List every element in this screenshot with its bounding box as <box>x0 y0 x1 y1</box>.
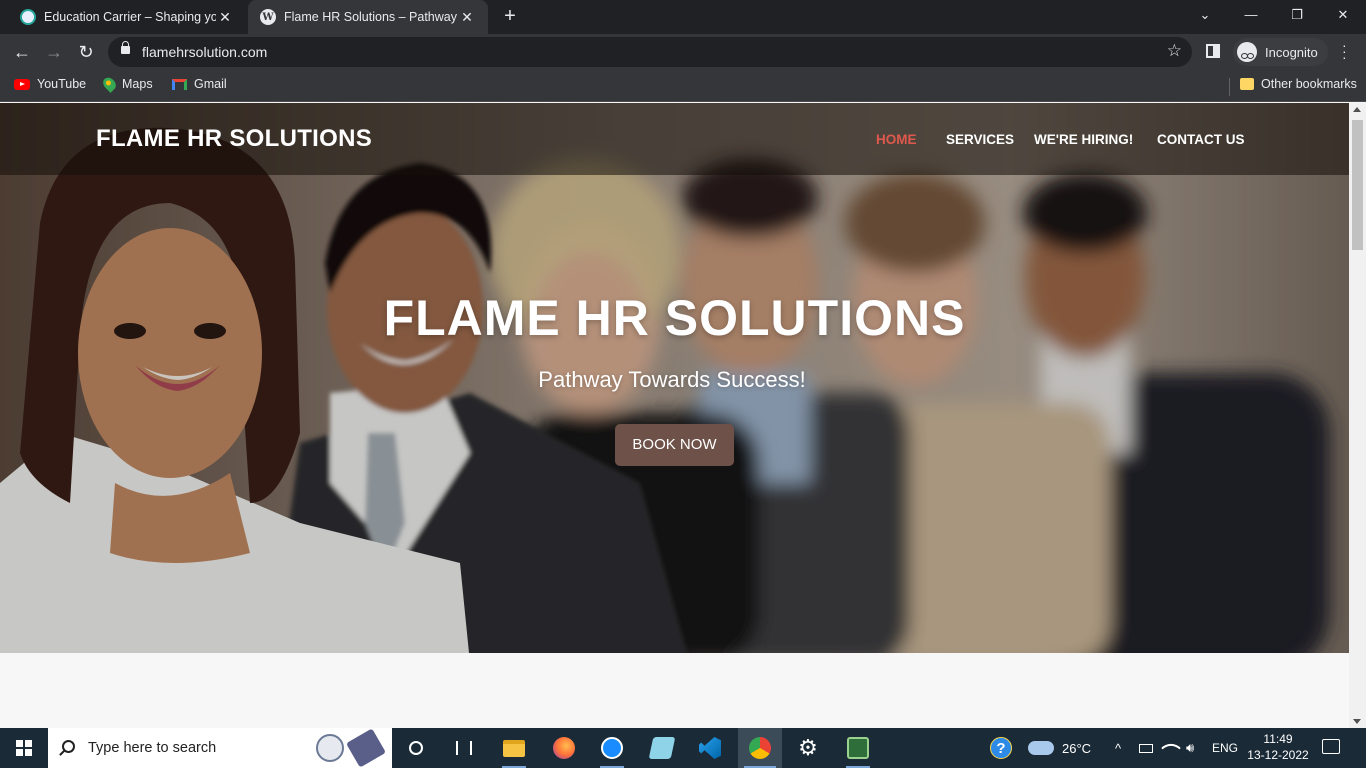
cloud-icon <box>1028 741 1054 755</box>
nav-home[interactable]: HOME <box>876 132 917 147</box>
bookmarks-divider <box>1229 78 1230 96</box>
file-explorer-icon[interactable] <box>496 728 532 768</box>
incognito-icon <box>1237 42 1257 62</box>
system-clock[interactable]: 11:49 13-12-2022 <box>1246 731 1310 763</box>
folder-icon <box>1240 78 1254 90</box>
page-scrollbar[interactable] <box>1349 103 1366 728</box>
lock-icon <box>121 41 130 54</box>
notepad-app-icon[interactable] <box>644 728 680 768</box>
firefox-icon[interactable] <box>546 728 582 768</box>
search-icon <box>62 740 75 753</box>
close-window-button[interactable]: ✕ <box>1320 0 1366 30</box>
incognito-profile-button[interactable]: Incognito <box>1233 38 1328 66</box>
back-arrow-icon[interactable]: ← <box>10 40 34 64</box>
bookmark-youtube[interactable]: YouTube <box>14 77 86 91</box>
satellite-illustration-icon <box>346 728 386 768</box>
wordpress-icon: W <box>260 9 276 25</box>
nav-contact-us[interactable]: CONTACT US <box>1157 132 1245 147</box>
bookmark-star-icon[interactable]: ☆ <box>1167 41 1182 61</box>
volume-icon[interactable]: 🔊︎ <box>1186 728 1194 768</box>
wifi-icon[interactable] <box>1161 728 1181 768</box>
hero-title: FLAME HR SOLUTIONS <box>383 290 966 346</box>
site-header: FLAME HR SOLUTIONS HOME SERVICES WE'RE H… <box>0 103 1349 175</box>
scrollbar-thumb[interactable] <box>1352 120 1363 250</box>
nav-were-hiring[interactable]: WE'RE HIRING! <box>1034 132 1133 147</box>
tab-search-chevron-icon[interactable]: ⌄ <box>1182 0 1228 30</box>
close-tab-icon[interactable]: ✕ <box>458 9 476 26</box>
reload-icon[interactable]: ↻ <box>74 40 98 64</box>
tab-title: Flame HR Solutions – Pathway To <box>284 10 458 24</box>
gmail-icon <box>172 78 187 90</box>
book-now-button[interactable]: BOOK NOW <box>615 424 734 466</box>
search-highlight-icon <box>316 734 344 762</box>
bookmark-gmail[interactable]: Gmail <box>172 77 227 91</box>
scroll-up-arrow-icon[interactable] <box>1353 107 1361 112</box>
nav-services[interactable]: SERVICES <box>946 132 1014 147</box>
hero-section: FLAME HR SOLUTIONS HOME SERVICES WE'RE H… <box>0 103 1349 653</box>
teamviewer-icon[interactable] <box>594 728 630 768</box>
other-bookmarks-label: Other bookmarks <box>1261 77 1357 91</box>
windows-taskbar: Type here to search ⚙ ? 26°C ^ 🔊︎ ENG 11… <box>0 728 1366 768</box>
bookmark-label: YouTube <box>37 77 87 91</box>
chrome-icon[interactable] <box>738 728 782 768</box>
notifications-icon[interactable] <box>1322 739 1340 754</box>
address-bar[interactable]: flamehrsolution.com ☆ <box>108 37 1192 67</box>
bookmark-maps[interactable]: Maps <box>100 75 153 93</box>
clock-date: 13-12-2022 <box>1247 748 1309 762</box>
browser-toolbar: ← → ↻ flamehrsolution.com ☆ Incognito · ·… <box>0 34 1366 70</box>
battery-icon[interactable] <box>1139 728 1153 768</box>
site-brand-logo[interactable]: FLAME HR SOLUTIONS <box>96 125 372 153</box>
hero-subtitle: Pathway Towards Success! <box>538 367 806 392</box>
forward-arrow-icon[interactable]: → <box>42 40 66 64</box>
vscode-icon[interactable] <box>692 728 728 768</box>
tab-flame-hr[interactable]: W Flame HR Solutions – Pathway To ✕ <box>248 0 488 34</box>
bookmark-label: Gmail <box>194 77 227 91</box>
url-text: flamehrsolution.com <box>142 44 268 60</box>
more-menu-icon[interactable]: · · · <box>1342 38 1347 64</box>
side-panel-icon[interactable] <box>1206 44 1220 58</box>
weather-temperature: 26°C <box>1062 740 1092 756</box>
tab-education-carrier[interactable]: Education Carrier – Shaping your ✕ <box>8 0 246 34</box>
taskbar-search-box[interactable]: Type here to search <box>48 728 392 768</box>
task-view-icon[interactable] <box>446 728 482 768</box>
windows-logo-icon <box>16 740 32 756</box>
youtube-icon <box>14 78 30 90</box>
scroll-down-arrow-icon[interactable] <box>1353 719 1361 724</box>
new-tab-button[interactable]: + <box>498 5 522 29</box>
incognito-label: Incognito <box>1265 44 1318 60</box>
settings-gear-icon[interactable]: ⚙ <box>790 728 826 768</box>
help-icon[interactable]: ? <box>990 728 1012 768</box>
start-button[interactable] <box>0 728 48 768</box>
site-favicon-icon <box>20 9 36 25</box>
page-viewport: FLAME HR SOLUTIONS HOME SERVICES WE'RE H… <box>0 103 1349 728</box>
bookmark-label: Maps <box>122 77 153 91</box>
search-placeholder: Type here to search <box>88 740 217 756</box>
maps-icon <box>100 75 119 93</box>
network-tool-icon[interactable] <box>840 728 876 768</box>
restore-button[interactable]: ❐ <box>1274 0 1320 30</box>
bookmarks-bar: YouTube Maps Gmail Other bookmarks <box>0 70 1366 102</box>
cortana-icon[interactable] <box>398 728 434 768</box>
minimize-button[interactable]: — <box>1228 0 1274 30</box>
other-bookmarks[interactable]: Other bookmarks <box>1240 77 1357 91</box>
show-hidden-icons-chevron-icon[interactable]: ^ <box>1115 728 1121 768</box>
weather-widget[interactable]: 26°C <box>1028 728 1091 768</box>
tab-title: Education Carrier – Shaping your <box>44 10 216 24</box>
language-indicator[interactable]: ENG <box>1212 728 1238 768</box>
close-tab-icon[interactable]: ✕ <box>216 9 234 26</box>
clock-time: 11:49 <box>1263 732 1293 746</box>
browser-tab-strip: Education Carrier – Shaping your ✕ W Fla… <box>0 0 1366 34</box>
